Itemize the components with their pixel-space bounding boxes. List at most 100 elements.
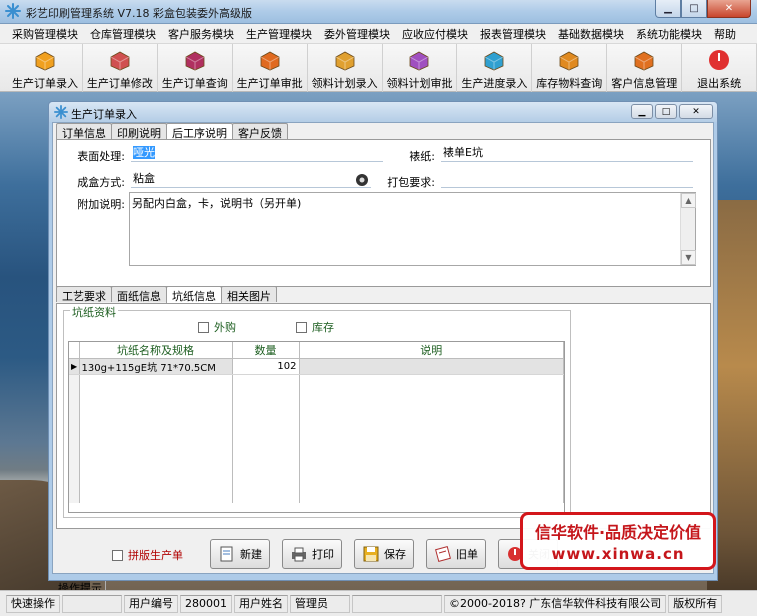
note-scrollbar[interactable]: ▲ ▼ <box>680 193 696 265</box>
empty-cell <box>79 438 233 455</box>
mount-field[interactable]: 裱单E坑 <box>441 146 693 162</box>
outsource-checkbox-box[interactable] <box>198 321 209 333</box>
close-button[interactable]: ✕ <box>707 0 751 18</box>
pack-field[interactable] <box>441 172 693 188</box>
status-copyright: ©2000-2018? 广东信华软件科技有限公司 <box>444 594 667 613</box>
toolbar-button-label: 退出系统 <box>697 77 742 90</box>
bottom-tab-1[interactable]: 面纸信息 <box>111 286 167 303</box>
menu-item-2[interactable]: 客户服务模块 <box>162 26 240 42</box>
empty-indicator <box>69 470 80 487</box>
child-maximize-button[interactable]: □ <box>655 104 677 119</box>
top-tab-0[interactable]: 订单信息 <box>56 123 112 140</box>
bottom-tab-2[interactable]: 坑纸信息 <box>166 286 222 303</box>
status-user-no-label: 用户编号 <box>124 594 178 613</box>
menubar: 采购管理模块 仓库管理模块 客户服务模块 生产管理模块 委外管理模块 应收应付模块 报表管理… <box>0 24 757 44</box>
lookup-icon[interactable] <box>355 173 369 187</box>
menu-item-3[interactable]: 生产管理模块 <box>240 26 318 42</box>
child-app-icon <box>54 105 68 119</box>
grid-header-qty[interactable]: 数量 <box>232 342 300 359</box>
toolbar-button-5[interactable]: 领料计划审批 <box>383 44 458 92</box>
box-method-field[interactable]: 粘盒 <box>131 172 371 188</box>
remake-checkbox[interactable]: 拼版生产单 <box>112 547 183 563</box>
empty-indicator <box>69 438 80 455</box>
empty-cell <box>232 486 300 503</box>
grid-header-name[interactable]: 坑纸名称及规格 <box>79 342 233 359</box>
empty-row <box>69 438 564 455</box>
cell-qty[interactable]: 102 <box>232 358 300 375</box>
toolbar-button-6[interactable]: 生产进度录入 <box>457 44 533 92</box>
menu-item-7[interactable]: 基础数据模块 <box>552 26 630 42</box>
empty-row <box>69 470 564 487</box>
empty-cell <box>232 454 300 471</box>
cell-note[interactable] <box>299 358 564 375</box>
top-tab-2[interactable]: 后工序说明 <box>166 123 233 140</box>
menu-item-8[interactable]: 系统功能模块 <box>630 26 708 42</box>
note-memo[interactable]: 另配内白盒，卡，说明书（另开单) ▲ ▼ <box>129 192 696 266</box>
empty-cell <box>299 486 564 503</box>
toolbar-button-8[interactable]: 客户信息管理 <box>607 44 683 92</box>
empty-cell <box>79 406 233 423</box>
cell-flute-name[interactable]: 130g+115gE坑 71*70.5CM <box>79 358 233 375</box>
empty-cell <box>299 438 564 455</box>
menu-item-4[interactable]: 委外管理模块 <box>318 26 396 42</box>
menu-item-9[interactable]: 帮助 <box>708 26 742 42</box>
outsource-label: 外购 <box>214 321 236 334</box>
status-quick-ops[interactable]: 快速操作 <box>6 594 60 613</box>
scroll-down-icon[interactable]: ▼ <box>681 250 696 265</box>
save-button[interactable]: 保存 <box>354 539 414 569</box>
old-order-button[interactable]: 旧单 <box>426 539 486 569</box>
top-tab-1[interactable]: 印刷说明 <box>111 123 167 140</box>
flute-grid[interactable]: 坑纸名称及规格 数量 说明 ▶ 130g+115gE坑 71*70.5CM 102 <box>68 341 565 513</box>
material-plan-entry-icon <box>335 51 354 71</box>
toolbar-button-7[interactable]: 库存物料查询 <box>532 44 608 92</box>
toolbar-button-9[interactable]: 退出系统 <box>682 44 757 92</box>
exit-icon <box>709 50 730 70</box>
watermark-url: www.xinwa.cn <box>551 545 685 563</box>
empty-row <box>69 390 564 407</box>
grid-header-note[interactable]: 说明 <box>299 342 564 359</box>
bottom-tab-3[interactable]: 相关图片 <box>221 286 277 303</box>
new-button[interactable]: 新建 <box>210 539 270 569</box>
toolbar-button-2[interactable]: 生产订单查询 <box>158 44 233 92</box>
child-title: 生产订单录入 <box>71 108 137 121</box>
toolbar-button-1[interactable]: 生产订单修改 <box>83 44 158 92</box>
surface-field[interactable]: 哑光 <box>131 146 383 162</box>
print-button[interactable]: 打印 <box>282 539 342 569</box>
toolbar-button-4[interactable]: 领料计划录入 <box>308 44 383 92</box>
scroll-up-icon[interactable]: ▲ <box>681 193 696 208</box>
toolbar-button-3[interactable]: 生产订单审批 <box>233 44 308 92</box>
app-icon <box>5 3 21 19</box>
material-plan-approve-icon <box>410 51 429 71</box>
save-disk-icon <box>363 546 379 562</box>
empty-cell <box>232 406 300 423</box>
child-close-button[interactable]: ✕ <box>679 104 713 119</box>
empty-row <box>69 486 564 503</box>
menu-item-0[interactable]: 采购管理模块 <box>6 26 84 42</box>
menu-item-6[interactable]: 报表管理模块 <box>474 26 552 42</box>
top-tab-3[interactable]: 客户反馈 <box>232 123 288 140</box>
child-window-order-entry: 生产订单录入 ▁ □ ✕ 订单信息 印刷说明 后工序说明 客户反馈 表面处理: 哑光 … <box>48 101 718 597</box>
empty-cell <box>79 454 233 471</box>
menu-item-1[interactable]: 仓库管理模块 <box>84 26 162 42</box>
toolbar-button-0[interactable]: 生产订单录入 <box>8 44 83 92</box>
empty-cell <box>299 470 564 487</box>
order-approve-icon <box>260 51 280 71</box>
empty-cell <box>299 454 564 471</box>
progress-entry-icon <box>484 51 504 71</box>
empty-cell <box>232 438 300 455</box>
inventory-query-icon <box>559 51 579 71</box>
outsource-checkbox[interactable]: 外购 <box>198 319 236 335</box>
stock-checkbox[interactable]: 库存 <box>296 319 334 335</box>
minimize-button[interactable]: ▁ <box>655 0 681 18</box>
bottom-tab-0[interactable]: 工艺要求 <box>56 286 112 303</box>
surface-label: 表面处理: <box>77 150 125 163</box>
empty-row <box>69 454 564 471</box>
table-row[interactable]: ▶ 130g+115gE坑 71*70.5CM 102 <box>69 358 564 375</box>
stock-checkbox-box[interactable] <box>296 321 307 333</box>
child-minimize-button[interactable]: ▁ <box>631 104 653 119</box>
menu-item-5[interactable]: 应收应付模块 <box>396 26 474 42</box>
empty-indicator <box>69 390 80 407</box>
note-text: 另配内白盒，卡，说明书（另开单) <box>132 197 302 210</box>
maximize-button[interactable]: □ <box>681 0 707 18</box>
remake-checkbox-box[interactable] <box>112 549 123 561</box>
